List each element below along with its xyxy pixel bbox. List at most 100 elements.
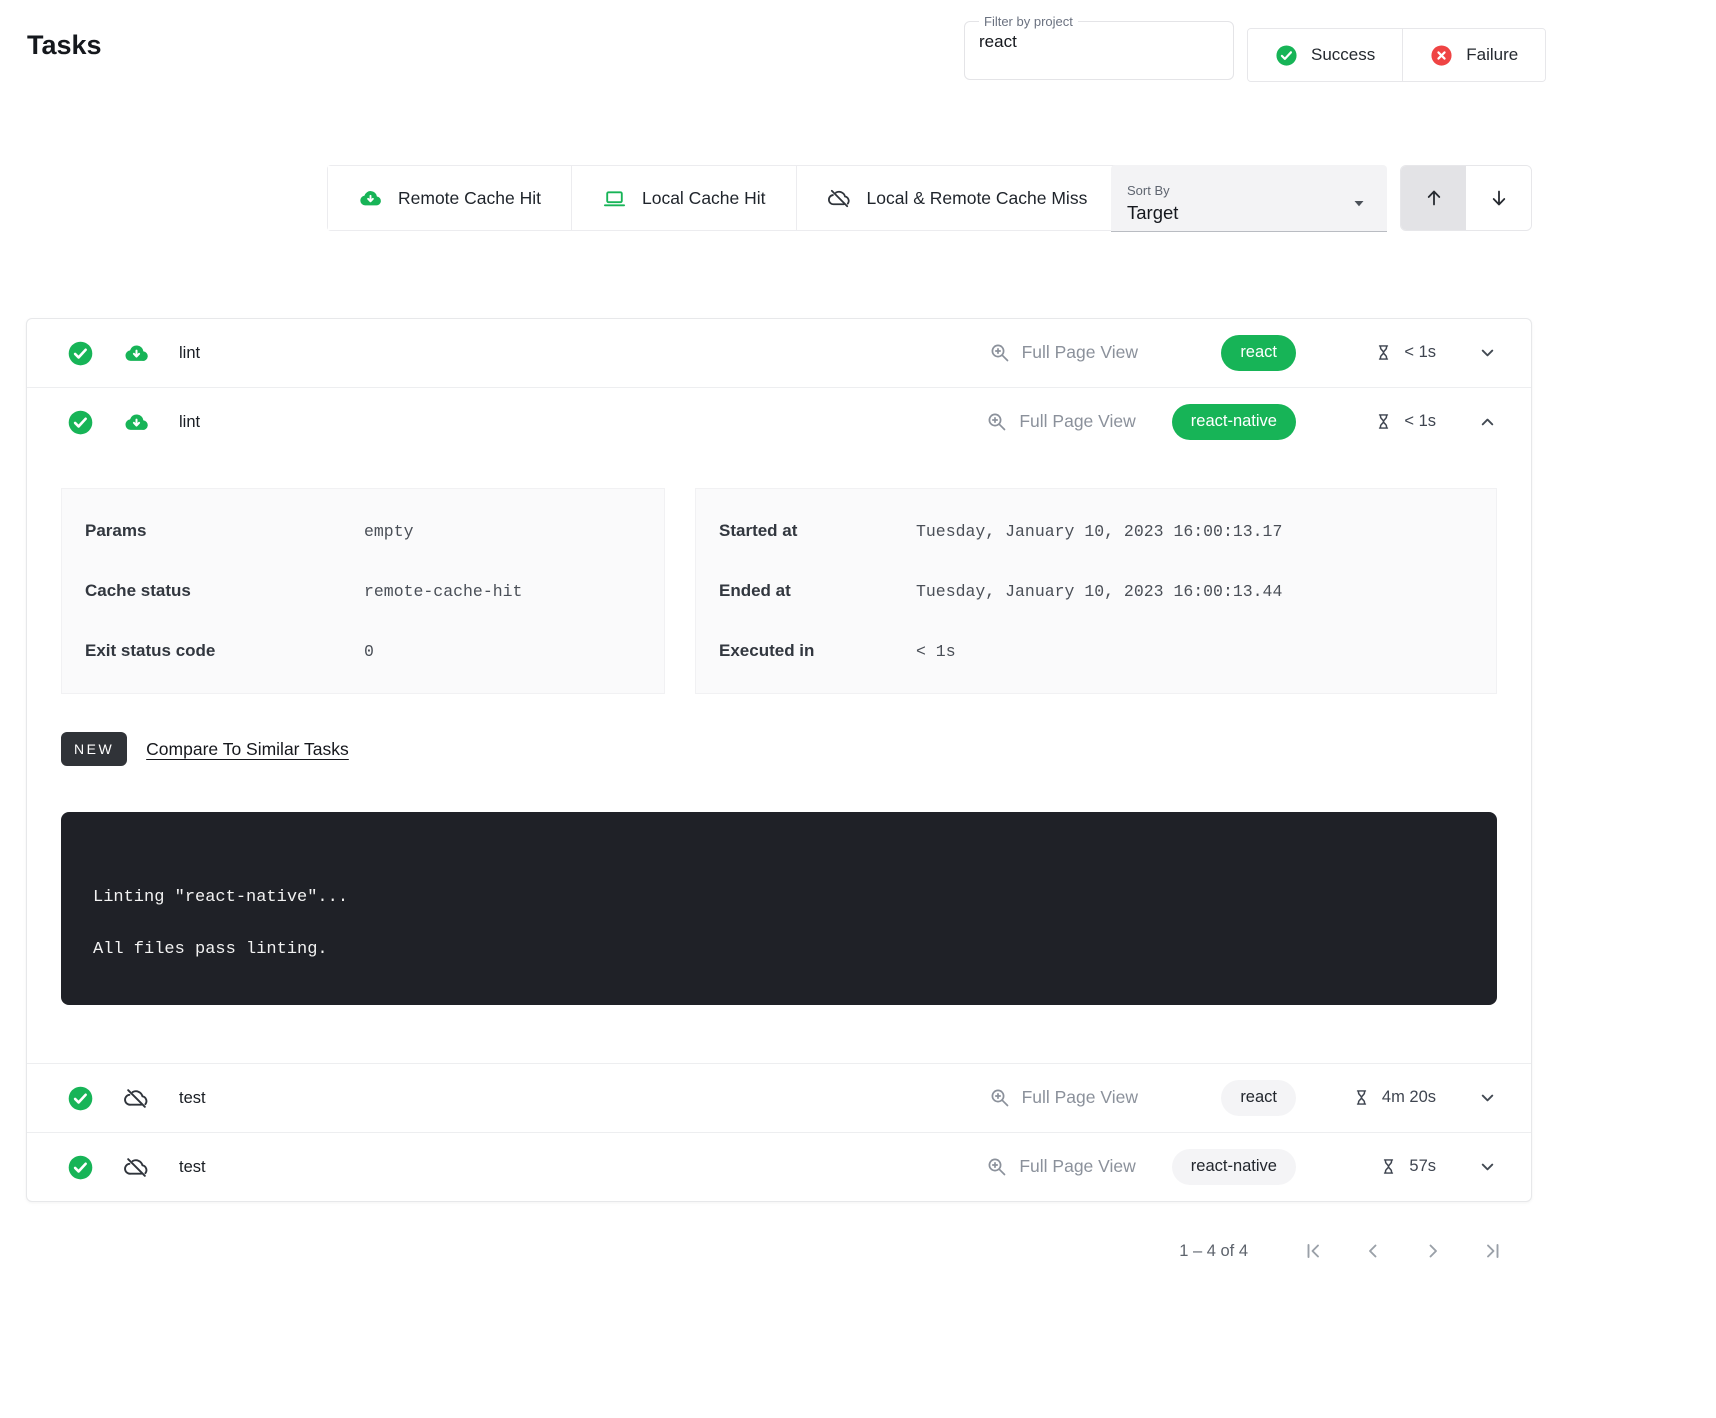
- sort-ascending-button[interactable]: [1401, 166, 1466, 230]
- detail-value: Tuesday, January 10, 2023 16:00:13.17: [916, 522, 1282, 541]
- sort-descending-button[interactable]: [1466, 166, 1531, 230]
- detail-value: 0: [364, 642, 374, 661]
- compare-to-similar-tasks-link[interactable]: Compare To Similar Tasks: [146, 739, 349, 760]
- cloud-download-icon: [123, 409, 150, 436]
- pagination-range: 1 – 4 of 4: [1179, 1242, 1248, 1261]
- failure-filter-button[interactable]: Failure: [1402, 29, 1545, 81]
- detail-value: < 1s: [916, 642, 956, 661]
- filter-by-project-field: Filter by project: [964, 14, 1234, 80]
- check-circle-icon: [1275, 44, 1298, 67]
- project-badge: react-native: [1172, 1149, 1296, 1185]
- task-detail-panel: Params empty Cache status remote-cache-h…: [27, 488, 1531, 1005]
- task-name: lint: [179, 344, 200, 363]
- params-panel: Params empty Cache status remote-cache-h…: [61, 488, 665, 694]
- full-page-view-button[interactable]: Full Page View: [985, 410, 1135, 434]
- laptop-icon: [602, 186, 627, 211]
- full-page-view-label: Full Page View: [1022, 1087, 1138, 1108]
- terminal-line: All files pass linting.: [93, 940, 1465, 959]
- chevron-right-icon: [1421, 1239, 1445, 1263]
- hourglass-icon: [1378, 1156, 1399, 1177]
- task-duration: 57s: [1409, 1157, 1436, 1176]
- cache-miss-label: Local & Remote Cache Miss: [867, 188, 1088, 209]
- local-cache-hit-filter-button[interactable]: Local Cache Hit: [571, 166, 796, 230]
- hourglass-icon: [1351, 1087, 1372, 1108]
- x-circle-icon: [1430, 44, 1453, 67]
- remote-cache-hit-filter-button[interactable]: Remote Cache Hit: [328, 166, 571, 230]
- detail-value: remote-cache-hit: [364, 582, 522, 601]
- task-duration: < 1s: [1404, 343, 1436, 362]
- detail-label: Params: [85, 521, 364, 541]
- success-status-icon: [67, 1085, 94, 1112]
- task-row-test-react[interactable]: test Full Page View react 4m 20s: [27, 1064, 1531, 1132]
- hourglass-icon: [1373, 411, 1394, 432]
- sort-by-label: Sort By: [1127, 183, 1371, 198]
- chevron-down-icon: [1476, 1155, 1499, 1178]
- zoom-in-icon: [985, 1155, 1009, 1179]
- detail-label: Cache status: [85, 581, 364, 601]
- cloud-download-icon: [123, 340, 150, 367]
- full-page-view-label: Full Page View: [1022, 342, 1138, 363]
- arrow-down-icon: [1487, 186, 1511, 210]
- local-cache-hit-label: Local Cache Hit: [642, 188, 766, 209]
- success-status-icon: [67, 409, 94, 436]
- task-row-lint-react-native[interactable]: lint Full Page View react-native < 1s: [27, 388, 1531, 456]
- zoom-in-icon: [988, 341, 1012, 365]
- last-page-button[interactable]: [1470, 1228, 1516, 1274]
- success-status-icon: [67, 1154, 94, 1181]
- success-status-icon: [67, 340, 94, 367]
- status-filter-group: Success Failure: [1247, 28, 1546, 82]
- caret-down-icon: [1347, 191, 1371, 215]
- pagination: 1 – 4 of 4: [1179, 1228, 1516, 1274]
- task-name: test: [179, 1089, 206, 1108]
- zoom-in-icon: [988, 1086, 1012, 1110]
- next-page-button[interactable]: [1410, 1228, 1456, 1274]
- collapse-chevron-button[interactable]: [1472, 406, 1503, 437]
- terminal-line: Linting "react-native"...: [93, 888, 1465, 907]
- task-name: lint: [179, 413, 200, 432]
- sort-by-select[interactable]: Sort By Target: [1111, 165, 1387, 232]
- previous-page-button[interactable]: [1350, 1228, 1396, 1274]
- detail-value: Tuesday, January 10, 2023 16:00:13.44: [916, 582, 1282, 601]
- task-row-lint-react[interactable]: lint Full Page View react < 1s: [27, 319, 1531, 387]
- detail-label: Executed in: [719, 641, 916, 661]
- filter-project-input[interactable]: [977, 31, 1221, 53]
- zoom-in-icon: [985, 410, 1009, 434]
- task-list-card: lint Full Page View react < 1s: [26, 318, 1532, 1202]
- detail-value: empty: [364, 522, 414, 541]
- terminal-output: Linting "react-native"... All files pass…: [61, 812, 1497, 1005]
- cloud-off-icon: [123, 1154, 150, 1181]
- remote-cache-hit-label: Remote Cache Hit: [398, 188, 541, 209]
- detail-label: Started at: [719, 521, 916, 541]
- task-duration: 4m 20s: [1382, 1088, 1436, 1107]
- last-page-icon: [1481, 1239, 1505, 1263]
- success-filter-button[interactable]: Success: [1248, 29, 1402, 81]
- expand-chevron-button[interactable]: [1472, 1082, 1503, 1113]
- chevron-down-icon: [1476, 1086, 1499, 1109]
- arrow-up-icon: [1422, 186, 1446, 210]
- full-page-view-button[interactable]: Full Page View: [985, 1155, 1135, 1179]
- expand-chevron-button[interactable]: [1472, 1151, 1503, 1182]
- chevron-down-icon: [1476, 341, 1499, 364]
- expand-chevron-button[interactable]: [1472, 337, 1503, 368]
- full-page-view-button[interactable]: Full Page View: [988, 1086, 1138, 1110]
- task-duration: < 1s: [1404, 412, 1436, 431]
- cloud-off-icon: [123, 1085, 150, 1112]
- cache-status-filter-group: Remote Cache Hit Local Cache Hit Local &…: [327, 165, 1118, 231]
- timing-panel: Started at Tuesday, January 10, 2023 16:…: [695, 488, 1497, 694]
- full-page-view-label: Full Page View: [1019, 411, 1135, 432]
- detail-label: Ended at: [719, 581, 916, 601]
- full-page-view-label: Full Page View: [1019, 1156, 1135, 1177]
- new-badge: NEW: [61, 732, 127, 766]
- cloud-download-icon: [358, 186, 383, 211]
- task-row-test-react-native[interactable]: test Full Page View react-native 57s: [27, 1133, 1531, 1201]
- chevron-left-icon: [1361, 1239, 1385, 1263]
- sort-direction-group: [1400, 165, 1532, 231]
- project-badge: react: [1221, 1080, 1296, 1116]
- full-page-view-button[interactable]: Full Page View: [988, 341, 1138, 365]
- cache-miss-filter-button[interactable]: Local & Remote Cache Miss: [796, 166, 1118, 230]
- failure-filter-label: Failure: [1466, 45, 1518, 65]
- first-page-button[interactable]: [1290, 1228, 1336, 1274]
- first-page-icon: [1301, 1239, 1325, 1263]
- cloud-off-icon: [827, 186, 852, 211]
- project-badge: react-native: [1172, 404, 1296, 440]
